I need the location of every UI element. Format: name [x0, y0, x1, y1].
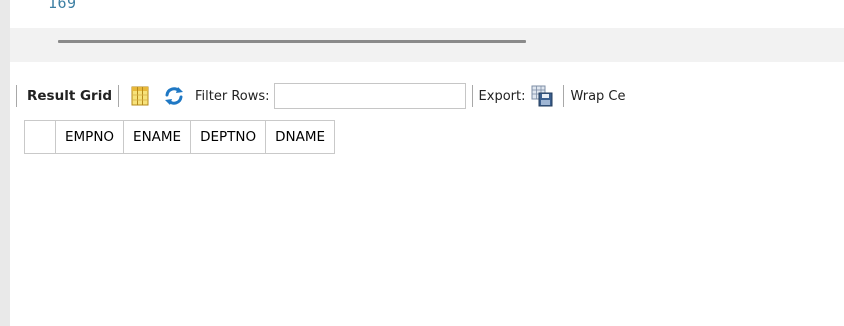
result-table: EMPNO ENAME DEPTNO DNAME [24, 120, 336, 154]
toolbar-separator [471, 85, 473, 107]
toolbar-separator [16, 85, 17, 107]
scrollbar-thumb[interactable] [58, 40, 526, 43]
line-number: 169 [48, 0, 77, 12]
columns-toggle-icon[interactable] [131, 86, 149, 106]
column-header-dname[interactable]: DNAME [265, 120, 336, 154]
toolbar-separator [118, 85, 120, 107]
result-toolbar: Result Grid Filter Rows: Export: Wrap Ce [10, 78, 844, 114]
row-header-corner[interactable] [24, 120, 56, 154]
horizontal-scrollbar[interactable] [10, 28, 844, 62]
column-header-empno[interactable]: EMPNO [54, 120, 125, 154]
filter-rows-input[interactable] [273, 83, 466, 109]
left-gutter [0, 0, 10, 326]
column-header-deptno[interactable]: DEPTNO [190, 120, 267, 154]
export-label: Export: [478, 88, 526, 104]
refresh-icon[interactable] [163, 86, 185, 106]
filter-rows-label: Filter Rows: [195, 88, 270, 104]
toolbar-separator [563, 85, 565, 107]
export-icon[interactable] [531, 85, 553, 107]
result-panel: Result Grid Filter Rows: Export: Wrap Ce… [10, 62, 844, 326]
column-header-ename[interactable]: ENAME [123, 120, 192, 154]
result-grid-tab[interactable]: Result Grid [27, 88, 112, 104]
header-row: EMPNO ENAME DEPTNO DNAME [24, 120, 336, 154]
wrap-cell-content-toggle[interactable]: Wrap Ce [570, 89, 625, 104]
